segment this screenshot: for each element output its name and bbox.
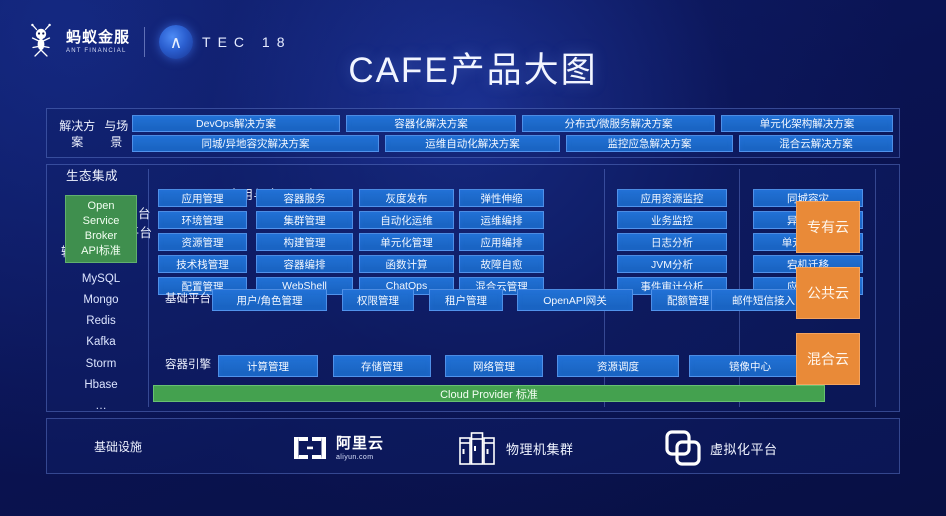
app-platform-button-c0-r0[interactable]: 应用管理 [158, 189, 247, 207]
platform-panel: 生态集成 Open Service Broker API标准 MySQL Mongo Redi… [46, 164, 900, 412]
solutions-label: 解决方案 与场景 [55, 114, 133, 154]
output-box-0[interactable]: 专有云 [796, 201, 860, 253]
infra-physical-label: 物理机集群 [506, 441, 574, 457]
infra-item-aliyun: 阿里云 aliyun.com [292, 431, 384, 465]
app-platform-button-c3-r2[interactable]: 应用编排 [459, 233, 544, 251]
app-platform-button-c2-r3[interactable]: 函数计算 [359, 255, 454, 273]
ecosystem-item-5: Hbase [84, 378, 118, 391]
container-engine-button-4[interactable]: 镜像中心 [689, 355, 811, 377]
app-platform-button-c1-r0[interactable]: 容器服务 [256, 189, 353, 207]
solution-button-r2-0[interactable]: 同城/异地容灾解决方案 [132, 135, 379, 152]
app-platform-button-c1-r2[interactable]: 构建管理 [256, 233, 353, 251]
solution-button-r1-3[interactable]: 单元化架构解决方案 [721, 115, 893, 132]
app-platform-button-c2-r0[interactable]: 灰度发布 [359, 189, 454, 207]
solution-button-r1-1[interactable]: 容器化解决方案 [346, 115, 516, 132]
ecosystem-standard-box: Open Service Broker API标准 [65, 195, 137, 263]
ecosystem-item-list: MySQL Mongo Redis Kafka Storm Hbase … [57, 269, 145, 417]
column-divider-0 [148, 169, 149, 407]
aliyun-cloud-icon [294, 437, 326, 459]
monitor-platform-button-3[interactable]: JVM分析 [617, 255, 727, 273]
column-divider-3 [875, 169, 876, 407]
app-platform-button-c0-r1[interactable]: 环境管理 [158, 211, 247, 229]
solutions-panel: 解决方案 与场景 DevOps解决方案 容器化解决方案 分布式/微服务解决方案 单元化架… [46, 108, 900, 158]
aliyun-text: 阿里云 aliyun.com [336, 436, 384, 461]
aliyun-name-en: aliyun.com [336, 453, 374, 461]
solutions-label-line-1: 解决方案 [59, 118, 96, 149]
container-engine-button-1[interactable]: 存储管理 [333, 355, 431, 377]
output-box-2[interactable]: 混合云 [796, 333, 860, 385]
base-platform-button-2[interactable]: 租户管理 [429, 289, 503, 311]
ecosystem-standard-line-0: Open [87, 200, 115, 213]
solution-button-r1-2[interactable]: 分布式/微服务解决方案 [522, 115, 715, 132]
base-platform-button-0[interactable]: 用户/角色管理 [212, 289, 327, 311]
container-engine-button-2[interactable]: 网络管理 [445, 355, 543, 377]
app-platform-button-c2-r2[interactable]: 单元化管理 [359, 233, 454, 251]
ecosystem-standard-line-2: Broker [84, 230, 118, 242]
slide-canvas: 蚂蚁金服 ANT FINANCIAL ∧ TEC 18 CAFE产品大图 解决方… [0, 0, 946, 516]
infra-virtual-label: 虚拟化平台 [710, 441, 778, 457]
ecosystem-item-0: MySQL [81, 273, 121, 285]
app-platform-button-c3-r1[interactable]: 运维编排 [459, 211, 544, 229]
ecosystem-standard-line-3: API标准 [81, 244, 121, 257]
infrastructure-label: 基础设施 [93, 439, 142, 454]
ecosystem-item-1: Mongo [83, 294, 119, 307]
base-platform-button-1[interactable]: 权限管理 [342, 289, 414, 311]
infrastructure-panel: 基础设施 阿里云 aliyun.com 物理机集群 虚拟化平台 [46, 418, 900, 474]
base-platform-button-3[interactable]: OpenAPI网关 [517, 289, 633, 311]
monitor-platform-button-2[interactable]: 日志分析 [617, 233, 727, 251]
app-platform-button-c1-r3[interactable]: 容器编排 [256, 255, 353, 273]
solution-button-r2-1[interactable]: 运维自动化解决方案 [385, 135, 560, 152]
container-engine-button-0[interactable]: 计算管理 [218, 355, 318, 377]
app-platform-button-c2-r1[interactable]: 自动化运维 [359, 211, 454, 229]
solution-button-r2-3[interactable]: 混合云解决方案 [739, 135, 893, 152]
app-platform-button-c3-r3[interactable]: 故障自愈 [459, 255, 544, 273]
monitor-platform-button-1[interactable]: 业务监控 [617, 211, 727, 229]
infra-item-physical: 物理机集群 [457, 431, 574, 465]
solution-button-r1-0[interactable]: DevOps解决方案 [132, 115, 340, 132]
server-rack-icon [459, 432, 495, 465]
app-platform-button-c0-r3[interactable]: 技术栈管理 [158, 255, 247, 273]
app-platform-button-c0-r2[interactable]: 资源管理 [158, 233, 247, 251]
ecosystem-title: 生态集成 [65, 169, 118, 183]
container-engine-label: 容器引擎 [165, 359, 211, 372]
cloud-provider-standard-bar: Cloud Provider 标准 [153, 385, 825, 402]
infra-item-virtual: 虚拟化平台 [665, 430, 778, 466]
app-platform-button-c3-r0[interactable]: 弹性伸缩 [459, 189, 544, 207]
solution-button-r2-2[interactable]: 监控应急解决方案 [566, 135, 733, 152]
virtualization-icon [665, 430, 701, 466]
ecosystem-item-6: … [95, 399, 107, 412]
solutions-label-line-2: 与场景 [104, 118, 129, 149]
aliyun-name-cn: 阿里云 [336, 434, 385, 452]
container-engine-button-3[interactable]: 资源调度 [557, 355, 679, 377]
ecosystem-item-3: Kafka [86, 336, 116, 349]
output-box-1[interactable]: 公共云 [796, 267, 860, 319]
monitor-platform-button-0[interactable]: 应用资源监控 [617, 189, 727, 207]
ecosystem-item-4: Storm [85, 357, 117, 370]
ecosystem-item-2: Redis [86, 315, 116, 328]
page-title: CAFE产品大图 [348, 51, 598, 90]
ecosystem-standard-line-1: Service [82, 215, 120, 228]
app-platform-button-c1-r1[interactable]: 集群管理 [256, 211, 353, 229]
